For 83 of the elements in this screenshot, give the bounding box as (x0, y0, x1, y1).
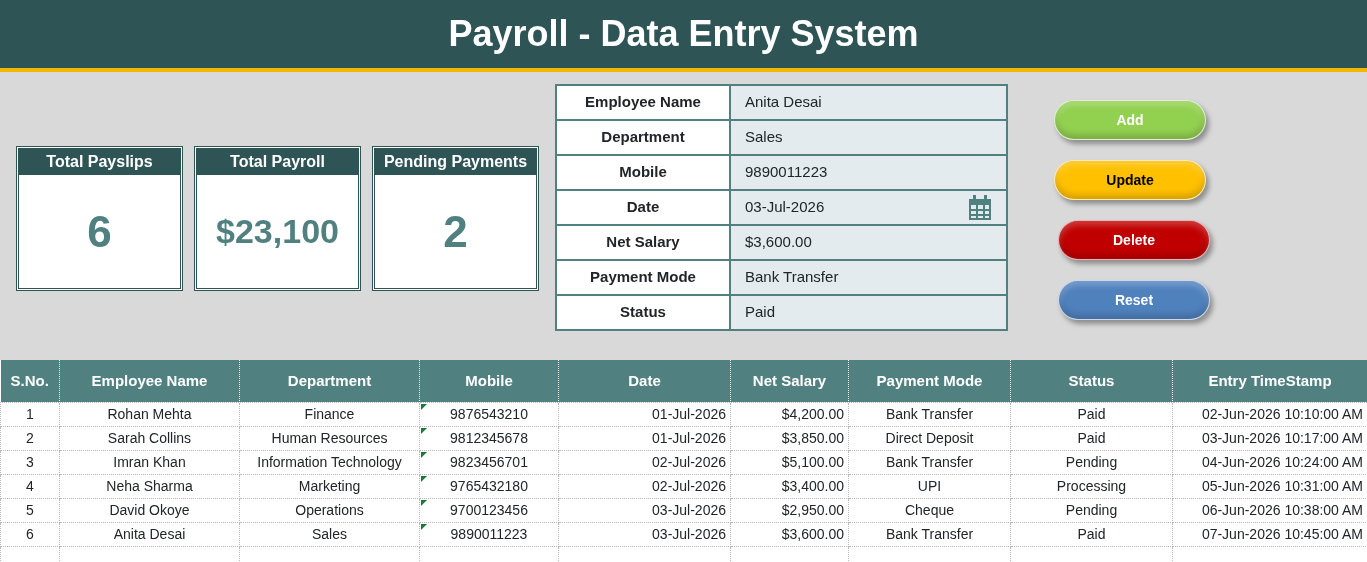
table-cell: Cheque (848, 498, 1011, 522)
column-header: Status (1010, 360, 1173, 402)
table-cell: 3 (0, 450, 60, 474)
field-label: Status (556, 295, 730, 330)
field-label: Mobile (556, 155, 730, 190)
table-cell: Operations (239, 498, 420, 522)
column-header: S.No. (0, 360, 60, 402)
table-cell: Anita Desai (59, 522, 240, 546)
input-field[interactable]: Paid (730, 295, 1007, 330)
table-cell: 4 (0, 474, 60, 498)
calendar-icon[interactable] (968, 194, 992, 221)
table-cell: Pending (1010, 498, 1173, 522)
table-cell: Pending (1010, 450, 1173, 474)
table-cell: 03-Jul-2026 (558, 498, 731, 522)
table-cell: 9823456701 (450, 453, 528, 470)
kpi-value: $23,100 (215, 211, 340, 252)
update-button[interactable]: Update (1054, 160, 1206, 200)
kpi-label: Total Payroll (197, 149, 358, 175)
column-header: Date (558, 360, 731, 402)
table-cell: 6 (0, 522, 60, 546)
table-cell: 02-Jul-2026 (558, 450, 731, 474)
field-label: Net Salary (556, 225, 730, 260)
table-cell: Neha Sharma (59, 474, 240, 498)
input-field[interactable]: Anita Desai (730, 85, 1007, 120)
table-cell: 5 (0, 498, 60, 522)
table-cell: Marketing (239, 474, 420, 498)
kpi-label: Pending Payments (375, 149, 536, 175)
table-cell: Paid (1010, 402, 1173, 426)
table-cell: 02-Jun-2026 10:10:00 AM (1172, 402, 1367, 426)
column-header: Mobile (419, 360, 559, 402)
table-cell: Information Technology (239, 450, 420, 474)
table-cell: $5,100.00 (730, 450, 849, 474)
table-cell: $3,600.00 (730, 522, 849, 546)
table-cell: 01-Jul-2026 (558, 426, 731, 450)
table-cell: Bank Transfer (848, 402, 1011, 426)
input-field[interactable]: $3,600.00 (730, 225, 1007, 260)
table-cell: 1 (0, 402, 60, 426)
column-header: Entry TimeStamp (1172, 360, 1367, 402)
table-cell: 02-Jul-2026 (558, 474, 731, 498)
input-field[interactable]: Bank Transfer (730, 260, 1007, 295)
column-header: Employee Name (59, 360, 240, 402)
column-header: Net Salary (730, 360, 849, 402)
delete-button[interactable]: Delete (1058, 220, 1210, 260)
table-cell: Paid (1010, 522, 1173, 546)
field-label: Employee Name (556, 85, 730, 120)
table-cell: $2,950.00 (730, 498, 849, 522)
table-cell: Human Resources (239, 426, 420, 450)
field-label: Date (556, 190, 730, 225)
table-cell: Bank Transfer (848, 450, 1011, 474)
field-label: Department (556, 120, 730, 155)
table-cell: Processing (1010, 474, 1173, 498)
table-cell: Direct Deposit (848, 426, 1011, 450)
table-cell: Sarah Collins (59, 426, 240, 450)
table-cell: 9890011223 (450, 525, 528, 542)
table-cell: David Okoye (59, 498, 240, 522)
table-cell: 01-Jul-2026 (558, 402, 731, 426)
kpi-value: 6 (86, 205, 113, 258)
field-value: 03-Jul-2026 (745, 197, 825, 218)
table-cell: 9876543210 (450, 405, 528, 422)
table-cell: UPI (848, 474, 1011, 498)
column-header: Department (239, 360, 420, 402)
table-cell: Rohan Mehta (59, 402, 240, 426)
column-header: Payment Mode (848, 360, 1011, 402)
table-cell: $3,400.00 (730, 474, 849, 498)
table-cell: Sales (239, 522, 420, 546)
input-field[interactable]: Sales (730, 120, 1007, 155)
table-cell: Bank Transfer (848, 522, 1011, 546)
table-cell: $4,200.00 (730, 402, 849, 426)
app-title: Payroll - Data Entry System (448, 12, 919, 56)
kpi-label: Total Payslips (19, 149, 180, 175)
kpi-value: 2 (442, 205, 469, 258)
table-cell: Paid (1010, 426, 1173, 450)
table-cell: 03-Jul-2026 (558, 522, 731, 546)
table-cell: 9700123456 (450, 501, 528, 518)
reset-button[interactable]: Reset (1058, 280, 1210, 320)
table-cell: 2 (0, 426, 60, 450)
table-cell: 9812345678 (450, 429, 528, 446)
table-cell: 9765432180 (450, 477, 528, 494)
table-cell: Finance (239, 402, 420, 426)
table-cell: $3,850.00 (730, 426, 849, 450)
input-field[interactable]: 9890011223 (730, 155, 1007, 190)
field-label: Payment Mode (556, 260, 730, 295)
table-cell: Imran Khan (59, 450, 240, 474)
